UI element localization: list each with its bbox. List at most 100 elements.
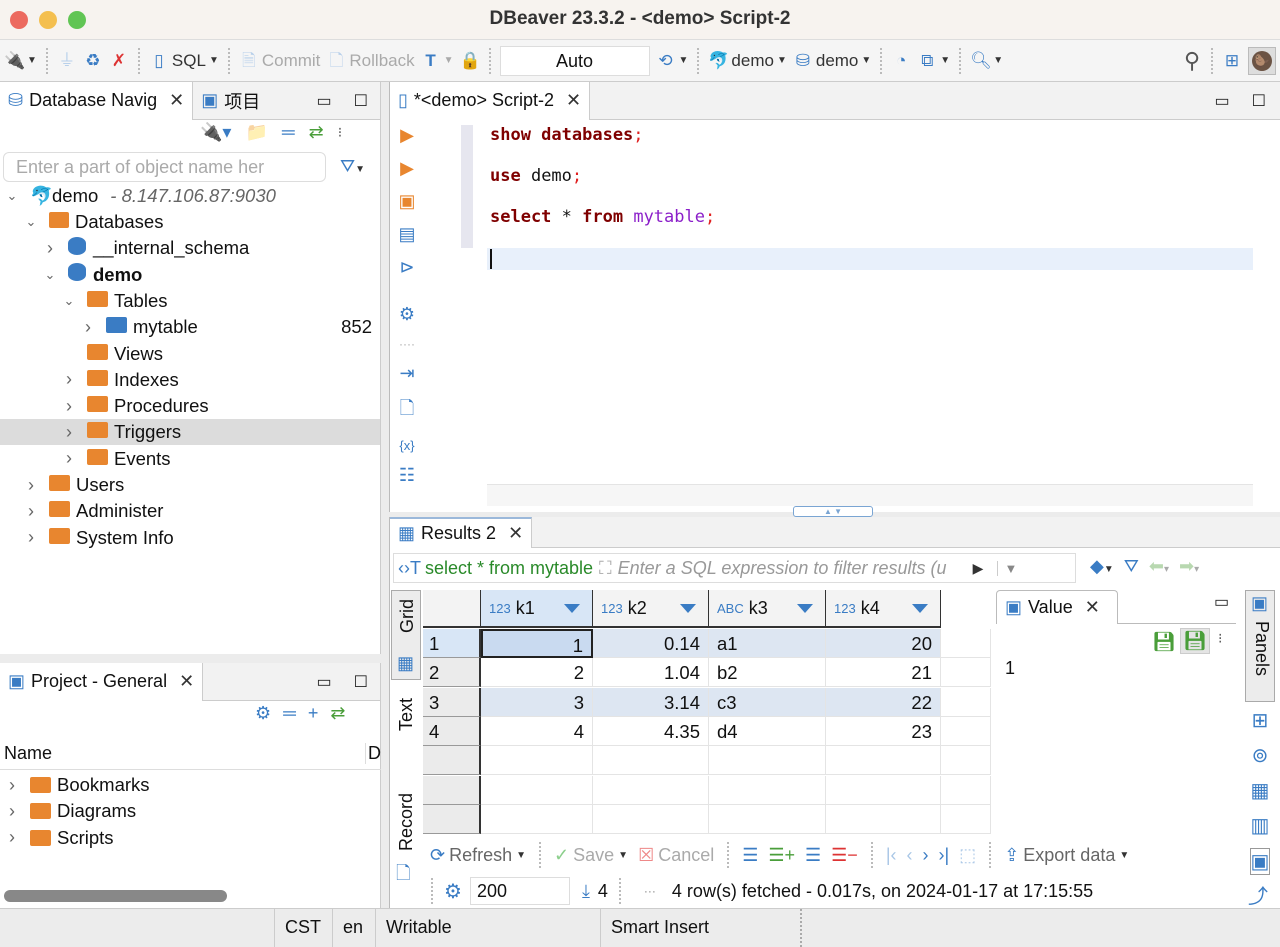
package-button[interactable]: ⧉ ▼ (917, 51, 950, 71)
tab-record[interactable]: Record 🗋 (391, 785, 421, 885)
save-icon[interactable]: 💾︎ (1152, 630, 1176, 654)
grid-cell[interactable]: 2 (481, 658, 593, 688)
chevron-down-icon[interactable]: ⌄ (4, 188, 20, 204)
tree-item[interactable]: › Administer (0, 498, 380, 524)
chevron-right-icon[interactable]: › (61, 396, 77, 417)
close-icon[interactable]: ✕ (508, 523, 523, 544)
minimize-icon[interactable]: ▭ (317, 672, 332, 692)
tree-item[interactable]: › Procedures (0, 393, 380, 419)
references-icon[interactable]: ⊚ (1252, 743, 1269, 768)
grid-cell[interactable]: c3 (709, 687, 826, 717)
chevron-right-icon[interactable]: › (4, 775, 20, 796)
tree-item[interactable]: › Triggers (0, 419, 380, 446)
tab-value[interactable]: ▣ Value ✕ (996, 590, 1118, 624)
add-icon[interactable]: + (308, 703, 319, 724)
chevron-right-icon[interactable]: › (61, 369, 77, 390)
more-options-icon[interactable]: ⁝ (338, 124, 342, 141)
back-icon[interactable]: ⬅▾ (1149, 556, 1169, 577)
tab-database-navigator[interactable]: ⛁ Database Navig ✕ (0, 81, 194, 120)
panels-toggle[interactable]: ▣ Panels (1245, 590, 1275, 702)
tree-item[interactable]: › Users (0, 472, 380, 498)
expand-icon[interactable]: ⛶ (599, 558, 612, 579)
tab-text[interactable]: Text (391, 690, 421, 770)
new-connection-button[interactable]: 🔌 ▼ (4, 51, 37, 71)
chevron-down-icon[interactable]: ⌄ (61, 293, 77, 309)
cancel-button[interactable]: ☒ Cancel (638, 845, 714, 866)
grid-cell[interactable]: b2 (709, 658, 826, 688)
grid-cell[interactable]: 20 (826, 629, 941, 658)
grid-cell[interactable]: 4.35 (593, 716, 709, 746)
filter-icon[interactable]: ⛛▼ (340, 156, 365, 177)
navigator-filter-input[interactable]: Enter a part of object name her (3, 152, 326, 182)
column-header-k1[interactable]: 123 k1 (481, 590, 593, 628)
grid-corner[interactable] (423, 590, 481, 628)
global-search-button[interactable]: ⚲ (1182, 49, 1202, 71)
save-button[interactable]: ✓ Save ▼ (554, 845, 628, 866)
fetch-next-icon[interactable]: ⤓ (582, 881, 590, 902)
minimize-icon[interactable]: ▭ (1214, 592, 1229, 612)
datasource-selector[interactable]: 🐬 demo ▼ (708, 51, 786, 71)
tree-item[interactable]: › Events (0, 446, 380, 472)
close-icon[interactable]: ✕ (169, 90, 184, 111)
grid-cell[interactable]: 21 (826, 658, 941, 688)
splitter-handle[interactable]: ▲ ▼ (793, 506, 873, 517)
fetch-all-icon[interactable]: ⬚ (959, 845, 976, 866)
grid-cell[interactable] (826, 775, 941, 805)
row-number[interactable]: 1 (423, 629, 481, 658)
minimize-icon[interactable]: ▭ (1215, 91, 1230, 111)
grid-cell[interactable]: 0.14 (593, 629, 709, 658)
grid-cell[interactable]: 23 (826, 716, 941, 746)
code-line[interactable]: show databases; (490, 125, 644, 145)
transaction-format-button[interactable]: T ▼ (421, 51, 453, 71)
grid-cell[interactable]: 22 (826, 687, 941, 717)
grid-cell[interactable]: d4 (709, 716, 826, 746)
project-item[interactable]: › Scripts (0, 825, 380, 851)
grid-cell[interactable]: 3 (481, 687, 593, 717)
filter-icon[interactable]: ⛛ (1124, 556, 1139, 577)
outline-icon[interactable]: ☷ (399, 465, 415, 486)
row-number[interactable]: 2 (423, 658, 481, 688)
value-text[interactable]: 1 (1005, 658, 1015, 679)
row-number[interactable]: 4 (423, 716, 481, 746)
maximize-icon[interactable]: ☐ (1252, 91, 1266, 111)
chevron-down-icon[interactable]: ⌄ (23, 214, 39, 230)
close-icon[interactable]: ✕ (179, 671, 194, 692)
reconnect-button[interactable]: ♻ (83, 51, 103, 71)
tree-item[interactable]: ⌄ Tables (0, 288, 380, 314)
grid-cell[interactable] (481, 775, 593, 805)
close-icon[interactable]: ✕ (566, 90, 581, 111)
sort-icon[interactable] (797, 604, 813, 613)
tab-grid[interactable]: Grid ▦ (391, 590, 421, 680)
disconnect-button[interactable]: ✗ (109, 51, 129, 71)
new-connection-icon[interactable]: 🔌▾ (200, 122, 231, 143)
grid-cell[interactable] (481, 804, 593, 834)
forward-icon[interactable]: ➡▾ (1179, 556, 1199, 577)
chevron-down-icon[interactable]: ⌄ (42, 267, 58, 283)
sql-editor-button[interactable]: ▯ SQL ▼ (149, 51, 219, 71)
first-page-icon[interactable]: |‹ (886, 845, 897, 866)
grid-cell[interactable] (826, 746, 941, 776)
fetch-size-input[interactable]: 200 (469, 877, 570, 905)
more-options-icon[interactable]: ⁝ (1218, 630, 1222, 647)
editor-hscroll[interactable] (487, 484, 1253, 506)
tree-item[interactable]: › System Info (0, 525, 380, 551)
tree-item[interactable]: › Indexes (0, 367, 380, 393)
grid-cell[interactable] (593, 804, 709, 834)
filter-input[interactable]: Enter a SQL expression to filter results… (618, 558, 973, 579)
tab-project-general[interactable]: ▣ Project - General ✕ (0, 662, 204, 701)
more-icon[interactable]: ··· (644, 884, 656, 898)
column-header-k3[interactable]: ABC k3 (709, 590, 826, 628)
rollback-button[interactable]: 🗋 Rollback (326, 51, 415, 71)
row-number[interactable] (423, 804, 481, 834)
transaction-mode-box[interactable]: Auto (499, 45, 650, 76)
calculator-icon[interactable]: ⊞ (1252, 708, 1269, 733)
project-item[interactable]: › Diagrams (0, 798, 380, 824)
chevron-right-icon[interactable]: › (4, 801, 20, 822)
tree-item[interactable]: › mytable 852 (0, 314, 380, 340)
chevron-right-icon[interactable]: › (23, 475, 39, 496)
open-perspective-button[interactable]: ⊞ (1222, 51, 1242, 71)
gear-icon[interactable]: ⚙ (255, 703, 271, 724)
project-item[interactable]: › Bookmarks (0, 772, 380, 798)
grid-cell[interactable]: 3.14 (593, 687, 709, 717)
code-line[interactable]: use demo; (490, 166, 582, 186)
